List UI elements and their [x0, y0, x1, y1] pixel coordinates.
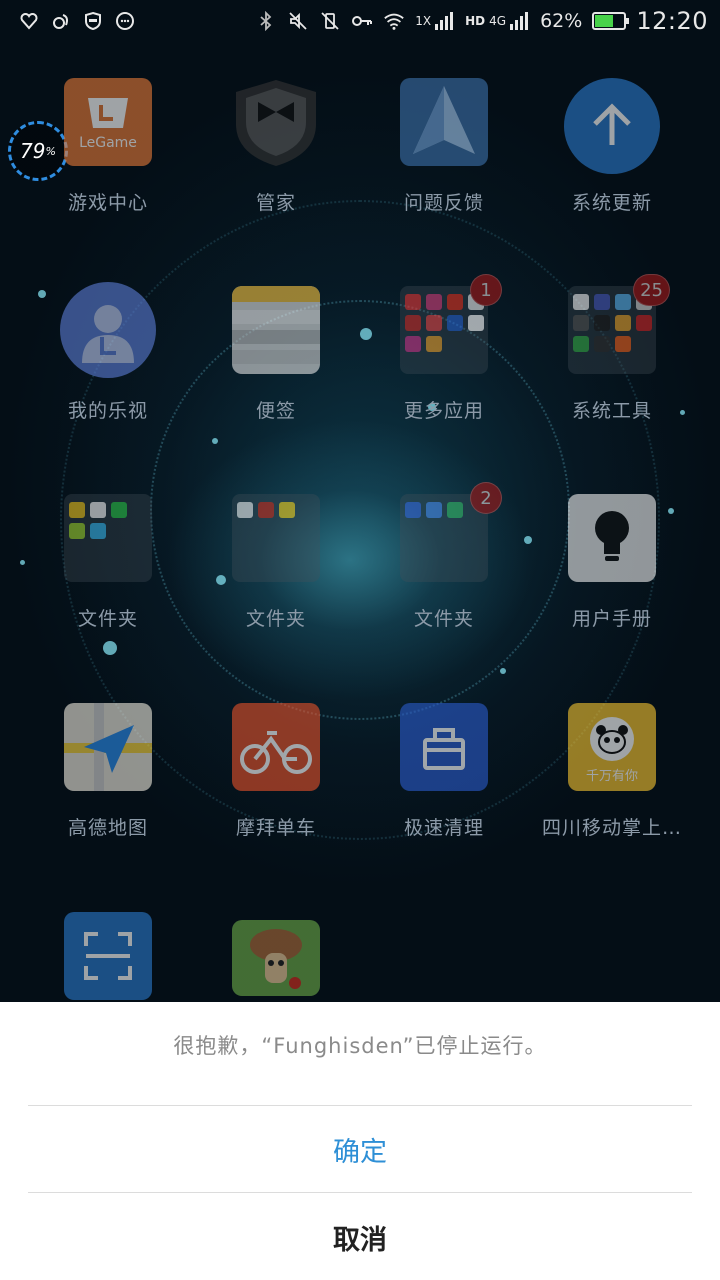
app-label: 文件夹	[77, 608, 138, 630]
app-system-update[interactable]: 系统更新	[528, 78, 696, 258]
confirm-button[interactable]: 确定	[28, 1106, 692, 1192]
key-icon	[351, 10, 373, 32]
notification-badge: 25	[633, 274, 670, 306]
mute-icon	[287, 10, 309, 32]
app-folder-3[interactable]: 2 文件夹	[360, 482, 528, 674]
system-update-icon	[564, 78, 660, 174]
legame-icon-text: LeGame	[79, 135, 137, 151]
signal-4g-icon	[508, 10, 530, 32]
dialog-message: 很抱歉，“Funghisden”已停止运行。	[173, 1034, 547, 1058]
app-label: 摩拜单车	[235, 817, 316, 839]
app-label: 极速清理	[403, 817, 484, 839]
app-label: 文件夹	[413, 608, 474, 630]
app-label: 游戏中心	[67, 192, 148, 214]
battery-percent: 62%	[540, 10, 583, 32]
chat-bubble-icon	[114, 10, 136, 32]
app-label: 高德地图	[67, 817, 148, 839]
notification-badge: 2	[470, 482, 502, 514]
status-bar-notifications	[18, 10, 136, 32]
folder-2-icon	[232, 494, 320, 582]
app-label: 系统更新	[571, 192, 652, 214]
clock: 12:20	[636, 7, 708, 35]
hd-label: HD	[465, 14, 486, 28]
app-folder-1[interactable]: 文件夹	[24, 494, 192, 674]
speed-clean-icon	[400, 703, 488, 791]
app-label: 管家	[255, 192, 296, 214]
lte-label: 4G	[489, 14, 507, 28]
app-sichuan-mobile[interactable]: 千万有你 四川移动掌上…	[528, 703, 696, 883]
shield-mask-icon	[82, 10, 104, 32]
amap-icon	[64, 703, 152, 791]
squirrel-icon	[50, 10, 72, 32]
app-label: 用户手册	[571, 608, 652, 630]
app-folder-2[interactable]: 文件夹	[192, 494, 360, 674]
sichuan-mobile-icon: 千万有你	[568, 703, 656, 791]
network-type: 1X	[415, 14, 432, 28]
app-label: 问题反馈	[403, 192, 484, 214]
scanner-icon	[64, 912, 152, 1000]
battery-icon	[592, 12, 630, 30]
dialog-divider	[28, 1192, 692, 1193]
app-my-letv[interactable]: 我的乐视	[24, 282, 192, 466]
app-label: 四川移动掌上…	[541, 817, 682, 839]
mobike-icon	[232, 703, 320, 791]
my-letv-icon	[60, 282, 156, 378]
app-feedback[interactable]: 问题反馈	[360, 78, 528, 258]
app-speed-clean[interactable]: 极速清理	[360, 703, 528, 883]
funghisden-icon	[232, 920, 320, 996]
app-legame[interactable]: LeGame 游戏中心	[24, 78, 192, 258]
app-label: 文件夹	[245, 608, 306, 630]
app-amap[interactable]: 高德地图	[24, 703, 192, 883]
app-system-tools-folder[interactable]: 25 系统工具	[528, 274, 696, 466]
legame-icon: LeGame	[64, 78, 152, 166]
app-label: 系统工具	[571, 400, 652, 422]
app-label: 我的乐视	[67, 400, 148, 422]
wifi-icon	[383, 10, 405, 32]
app-more-apps-folder[interactable]: 1 更多应用	[360, 274, 528, 466]
folder-3-icon: 2	[400, 482, 502, 582]
app-mobike[interactable]: 摩拜单车	[192, 703, 360, 883]
app-label: 便签	[255, 400, 296, 422]
folder-1-icon	[64, 494, 152, 582]
more-apps-folder-icon: 1	[400, 274, 502, 374]
signal-icon	[433, 10, 455, 32]
bluetooth-icon	[255, 10, 277, 32]
app-notes[interactable]: 便签	[192, 286, 360, 466]
app-label: 更多应用	[403, 400, 484, 422]
user-manual-icon	[568, 494, 656, 582]
system-tools-folder-icon: 25	[568, 274, 670, 374]
heart-shield-icon	[18, 10, 40, 32]
vibrate-off-icon	[319, 10, 341, 32]
notes-icon	[232, 286, 320, 374]
status-bar-system: 1X HD 4G 62% 12:20	[255, 7, 708, 35]
butler-icon	[232, 78, 320, 166]
feedback-icon	[400, 78, 488, 166]
notification-badge: 1	[470, 274, 502, 306]
status-bar: 1X HD 4G 62% 12:20	[0, 0, 720, 42]
app-user-manual[interactable]: 用户手册	[528, 494, 696, 674]
sichuan-mobile-icon-text: 千万有你	[585, 768, 638, 784]
app-butler[interactable]: 管家	[192, 78, 360, 258]
cancel-button[interactable]: 取消	[28, 1194, 692, 1280]
app-stopped-dialog: 很抱歉，“Funghisden”已停止运行。 确定 取消	[0, 1002, 720, 1280]
